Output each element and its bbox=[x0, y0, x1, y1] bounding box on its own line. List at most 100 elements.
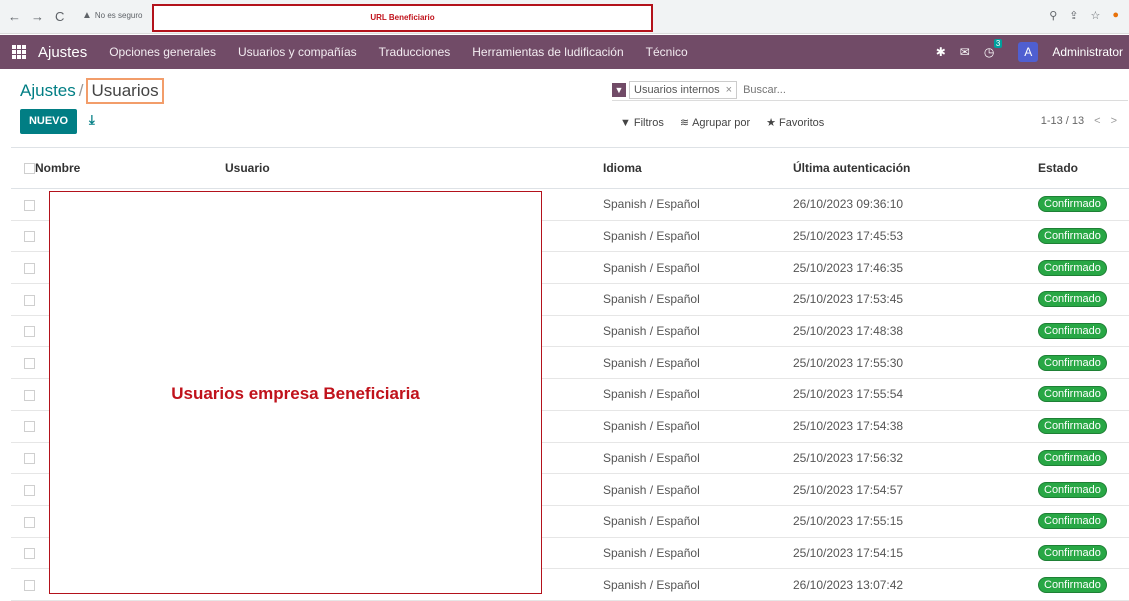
row-select-cell bbox=[11, 220, 35, 253]
cell-language: Spanish / Español bbox=[603, 283, 793, 316]
cell-last-auth: 26/10/2023 09:36:10 bbox=[793, 188, 1038, 221]
pager-range[interactable]: 1-13 / 13 bbox=[1041, 115, 1084, 127]
cell-last-auth: 25/10/2023 17:54:38 bbox=[793, 410, 1038, 443]
pager-prev-button[interactable]: < bbox=[1094, 115, 1100, 127]
apps-grid-icon[interactable] bbox=[12, 45, 26, 59]
row-checkbox[interactable] bbox=[24, 453, 35, 465]
filters-dropdown[interactable]: ▼ Filtros bbox=[620, 116, 664, 129]
cell-status: Confirmado bbox=[1038, 315, 1129, 348]
cell-language: Spanish / Español bbox=[603, 442, 793, 475]
status-badge: Confirmado bbox=[1038, 418, 1107, 435]
header-user[interactable]: Usuario bbox=[225, 147, 603, 189]
search-bar: ▼ Usuarios internos × bbox=[612, 79, 1128, 101]
row-select-cell bbox=[11, 251, 35, 285]
row-checkbox[interactable] bbox=[24, 199, 35, 211]
select-all-cell bbox=[11, 147, 35, 189]
group-by-dropdown[interactable]: ≋ Agrupar por bbox=[679, 116, 751, 130]
status-badge: Confirmado bbox=[1038, 513, 1107, 530]
menu-item-gamification[interactable]: Herramientas de ludificación bbox=[472, 45, 623, 59]
zoom-icon[interactable]: ⚲ bbox=[1049, 9, 1057, 22]
row-checkbox[interactable] bbox=[24, 389, 35, 401]
status-badge: Confirmado bbox=[1038, 449, 1107, 466]
cell-language: Spanish / Español bbox=[603, 568, 793, 601]
header-language[interactable]: Idioma bbox=[603, 147, 793, 189]
cell-last-auth: 25/10/2023 17:55:15 bbox=[793, 505, 1038, 538]
cell-last-auth: 25/10/2023 17:56:32 bbox=[793, 442, 1038, 475]
cell-language: Spanish / Español bbox=[603, 315, 793, 348]
new-button[interactable]: NUEVO bbox=[20, 109, 77, 134]
status-badge: Confirmado bbox=[1038, 576, 1107, 593]
breadcrumb: Ajustes / Usuarios bbox=[20, 78, 164, 104]
select-all-checkbox[interactable] bbox=[24, 163, 35, 175]
search-facet[interactable]: Usuarios internos × bbox=[629, 80, 738, 99]
filter-icon: ▼ bbox=[612, 82, 626, 97]
clock-icon[interactable]: ◷ 3 bbox=[984, 39, 1003, 59]
share-icon[interactable]: ⇪ bbox=[1069, 9, 1078, 22]
group-by-label: Agrupar por bbox=[692, 116, 751, 129]
menu-item-general-settings[interactable]: Opciones generales bbox=[109, 45, 216, 59]
cell-language: Spanish / Español bbox=[603, 410, 793, 443]
cell-last-auth: 25/10/2023 17:46:35 bbox=[793, 251, 1038, 285]
status-badge: Confirmado bbox=[1038, 228, 1107, 245]
filters-label: Filtros bbox=[633, 116, 664, 129]
facet-remove-button[interactable]: × bbox=[726, 84, 732, 96]
row-checkbox[interactable] bbox=[24, 231, 35, 243]
row-select-cell bbox=[11, 283, 35, 316]
cell-last-auth: 25/10/2023 17:55:30 bbox=[793, 346, 1038, 380]
cell-status: Confirmado bbox=[1038, 537, 1129, 570]
row-checkbox[interactable] bbox=[24, 326, 35, 338]
row-checkbox[interactable] bbox=[24, 263, 35, 275]
table-header-row: Nombre Usuario Idioma Última autenticaci… bbox=[11, 147, 1129, 189]
breadcrumb-parent[interactable]: Ajustes bbox=[20, 81, 76, 101]
row-checkbox[interactable] bbox=[24, 548, 35, 560]
download-icon[interactable]: ⤓ bbox=[89, 112, 95, 128]
favorites-dropdown[interactable]: ★ Favoritos bbox=[766, 116, 824, 130]
row-checkbox[interactable] bbox=[24, 358, 35, 370]
menu-item-users-companies[interactable]: Usuarios y compañías bbox=[238, 45, 357, 59]
row-select-cell bbox=[11, 410, 35, 443]
menu-item-translations[interactable]: Traducciones bbox=[379, 45, 451, 59]
control-panel-options: ▼ Filtros ≋ Agrupar por ★ Favoritos bbox=[620, 116, 824, 130]
cell-status: Confirmado bbox=[1038, 251, 1129, 285]
app-name[interactable]: Ajustes bbox=[38, 44, 87, 61]
cell-language: Spanish / Español bbox=[603, 188, 793, 221]
status-badge: Confirmado bbox=[1038, 323, 1107, 340]
row-select-cell bbox=[11, 188, 35, 221]
row-checkbox[interactable] bbox=[24, 579, 35, 591]
chat-icon[interactable]: ✉ bbox=[960, 45, 970, 59]
pager-next-button[interactable]: > bbox=[1111, 115, 1117, 127]
forward-button[interactable]: → bbox=[31, 9, 44, 25]
cell-language: Spanish / Español bbox=[603, 220, 793, 253]
breadcrumb-separator: / bbox=[78, 81, 84, 100]
security-indicator[interactable]: ▲ No es seguro bbox=[82, 10, 143, 21]
menu-item-technical[interactable]: Técnico bbox=[646, 45, 688, 59]
reload-button[interactable]: C bbox=[55, 9, 64, 25]
browser-toolbar: ← → C ▲ No es seguro URL Beneficiario ⚲ … bbox=[0, 0, 1129, 34]
page-title: Usuarios bbox=[86, 78, 164, 104]
header-last-auth[interactable]: Última autenticación bbox=[793, 147, 1038, 189]
row-checkbox[interactable] bbox=[24, 516, 35, 528]
extension-icon[interactable]: ● bbox=[1112, 9, 1119, 22]
avatar[interactable]: A bbox=[1018, 42, 1039, 62]
row-checkbox[interactable] bbox=[24, 421, 35, 433]
header-name[interactable]: Nombre bbox=[35, 147, 225, 189]
filter-icon: ▼ bbox=[620, 116, 631, 129]
header-status[interactable]: Estado bbox=[1038, 147, 1129, 189]
layers-icon: ≋ bbox=[679, 117, 690, 129]
cell-last-auth: 25/10/2023 17:55:54 bbox=[793, 378, 1038, 411]
search-input[interactable] bbox=[743, 83, 1044, 96]
row-select-cell bbox=[11, 378, 35, 411]
row-checkbox[interactable] bbox=[24, 294, 35, 306]
bookmark-star-icon[interactable]: ☆ bbox=[1090, 9, 1100, 22]
user-menu[interactable]: Administrator bbox=[1052, 45, 1123, 59]
bug-icon[interactable]: ✱ bbox=[936, 45, 946, 59]
row-checkbox[interactable] bbox=[24, 484, 35, 496]
security-label: No es seguro bbox=[94, 11, 143, 20]
row-select-cell bbox=[11, 442, 35, 475]
cell-language: Spanish / Español bbox=[603, 505, 793, 538]
facet-label: Usuarios internos bbox=[634, 83, 720, 96]
status-badge: Confirmado bbox=[1038, 259, 1107, 276]
cell-status: Confirmado bbox=[1038, 568, 1129, 601]
back-button[interactable]: ← bbox=[8, 9, 21, 25]
address-bar[interactable]: URL Beneficiario bbox=[152, 4, 653, 32]
